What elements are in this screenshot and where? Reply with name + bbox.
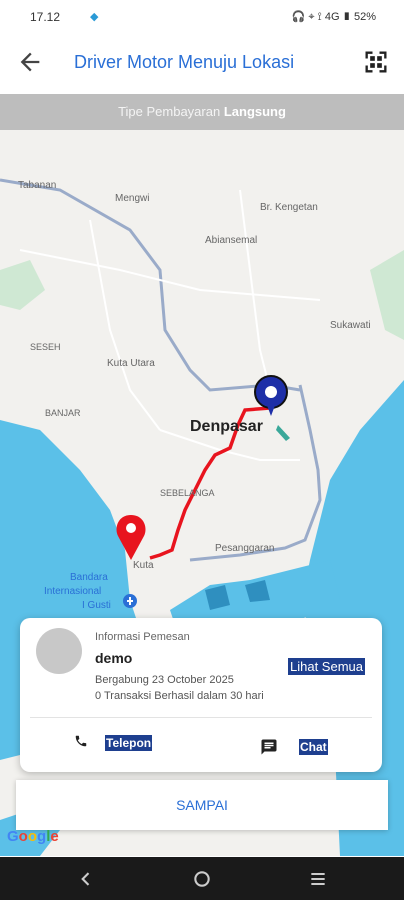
status-time: 17.12 (30, 10, 61, 24)
map-label-denpasar: Denpasar (190, 418, 263, 435)
map-label-kuta: Kuta (133, 560, 154, 571)
status-bar: 17.12 ◆ 🎧 ⌖ ⟟ 4G ▮ 52% (0, 0, 404, 34)
app-bar: Driver Motor Menuju Lokasi (0, 34, 404, 94)
chat-button[interactable]: Chat (299, 739, 328, 755)
map-label-sukawati: Sukawati (330, 320, 371, 331)
map-label-sebelanga: SEBELANGA (160, 488, 215, 498)
nav-home-icon[interactable] (192, 869, 212, 889)
green-area (0, 260, 45, 310)
main-road (189, 384, 322, 562)
destination-pin-dot (126, 523, 136, 533)
map-label-kengetan: Br. Kengetan (260, 202, 318, 213)
google-logo: Google (7, 828, 59, 845)
map-label-banjar: BANJAR (45, 408, 81, 418)
back-arrow-icon[interactable] (16, 48, 44, 76)
customer-name: demo (95, 650, 133, 666)
minor-road (89, 219, 161, 431)
minor-road (239, 189, 271, 391)
driver-marker-center (265, 386, 277, 398)
map-label-seseh: SESEH (30, 342, 61, 352)
avatar (36, 628, 82, 674)
map-label-tabanan: Tabanan (18, 180, 57, 191)
map-label-airport-3: I Gusti (82, 600, 111, 611)
arrive-button[interactable]: SAMPAI (16, 780, 388, 830)
customer-info-card: Informasi Pemesan demo Bergabung 23 Octo… (20, 618, 382, 772)
phone-icon[interactable] (74, 734, 88, 748)
shield-icon: ◆ (90, 11, 99, 23)
payment-type-value: Langsung (223, 104, 286, 119)
payment-type-bar: Tipe Pembayaran Langsung (0, 94, 404, 130)
nav-back-icon[interactable] (76, 869, 96, 889)
map-label-mengwi: Mengwi (115, 193, 150, 204)
motorbike-icon (276, 425, 290, 441)
page-title: Driver Motor Menuju Lokasi (74, 52, 295, 72)
qr-scan-icon[interactable] (362, 48, 390, 76)
call-button[interactable]: Telepon (105, 735, 153, 751)
minor-road (19, 249, 321, 301)
map-label-kuta-utara: Kuta Utara (107, 358, 155, 369)
map-label-airport-2: Internasional (44, 586, 102, 597)
payment-type-prefix: Tipe Pembayaran (118, 104, 221, 119)
green-area (370, 250, 404, 340)
see-all-button[interactable]: Lihat Semua (288, 658, 365, 675)
map-label-pesanggaran: Pesanggaran (215, 543, 275, 554)
map-label-abiansemal: Abiansemal (205, 235, 258, 246)
chat-icon[interactable] (260, 738, 278, 756)
status-indicators: 🎧 ⌖ ⟟ 4G ▮ 52% (291, 11, 376, 23)
nav-recents-icon[interactable] (308, 869, 328, 889)
customer-transactions: 0 Transaksi Berhasil dalam 30 hari (95, 690, 264, 702)
customer-info-label: Informasi Pemesan (95, 631, 190, 643)
map-label-airport-1: Bandara (70, 572, 108, 583)
customer-joined-date: Bergabung 23 October 2025 (95, 674, 234, 686)
card-divider (30, 717, 372, 718)
system-nav-bar (0, 857, 404, 900)
